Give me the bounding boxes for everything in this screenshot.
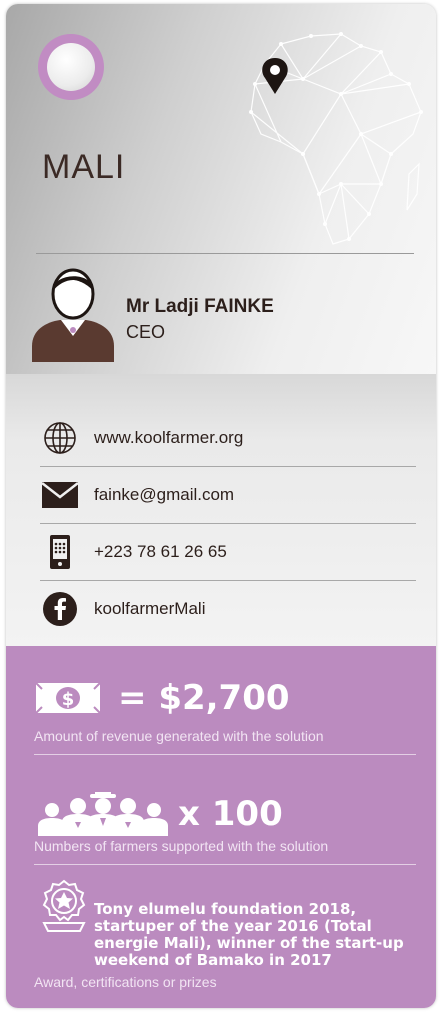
person-avatar-icon [32,268,114,362]
money-bill-icon: $ [35,682,101,714]
person-role: CEO [126,322,166,342]
revenue-stat: $ = $2,700 [34,678,414,718]
award-text: Tony elumelu foundation 2018, startuper … [94,900,404,969]
revenue-caption: Amount of revenue generated with the sol… [34,728,324,744]
stats-section: $ = $2,700 Amount of revenue generated w… [6,646,436,1008]
facebook-icon [40,589,80,629]
farmers-group-icon [38,792,168,836]
farmers-value: x 100 [178,794,283,834]
award-caption: Award, certifications or prizes [34,974,217,990]
divider [34,864,416,865]
facebook-row[interactable]: koolfarmerMali [40,581,416,637]
facebook-link[interactable]: koolfarmerMali [94,599,205,619]
divider [34,754,416,755]
svg-text:$: $ [62,689,75,710]
globe-icon [40,418,80,458]
profile-card: MALI Mr Ladji FAINKE CEO www.koolfarmer.… [6,4,436,1008]
email-row[interactable]: fainke@gmail.com [40,467,416,524]
revenue-value: = $2,700 [118,678,290,718]
africa-map-icon [249,32,423,245]
website-row[interactable]: www.koolfarmer.org [40,410,416,467]
email-link[interactable]: fainke@gmail.com [94,485,234,505]
envelope-icon [40,475,80,515]
phone-row[interactable]: +223 78 61 26 65 [40,524,416,581]
circle-badge-icon [38,34,104,100]
map-pin-icon [262,58,288,94]
person-name: Mr Ladji FAINKE [126,296,274,317]
farmers-caption: Numbers of farmers supported with the so… [34,838,329,854]
phone-number[interactable]: +223 78 61 26 65 [94,542,227,562]
header-section: MALI Mr Ladji FAINKE CEO [6,4,436,374]
divider [36,253,414,254]
contact-section: www.koolfarmer.org fainke@gmail.com +223… [6,374,436,646]
country-title: MALI [42,148,126,186]
farmers-stat: x 100 [34,792,414,836]
phone-icon [40,532,80,572]
website-link[interactable]: www.koolfarmer.org [94,428,243,448]
award-medal-icon [42,879,86,932]
